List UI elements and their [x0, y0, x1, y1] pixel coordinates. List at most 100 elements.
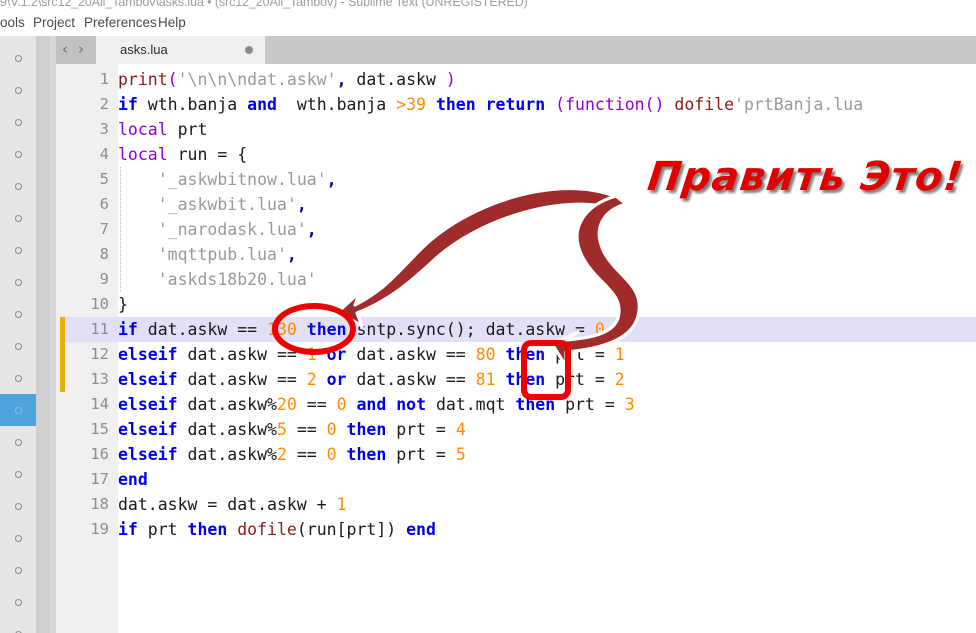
activity-item-1[interactable] — [0, 42, 36, 74]
activity-item-14[interactable] — [0, 458, 36, 490]
chevron-right-icon[interactable]: › — [78, 40, 84, 58]
circle-icon — [15, 343, 22, 350]
code-token-punct: } — [118, 295, 128, 314]
indent-guide — [120, 167, 122, 292]
code-token-kw: if — [118, 95, 138, 114]
code-line[interactable]: '_narodask.lua', — [118, 217, 317, 242]
code-token-num: 130 — [267, 320, 297, 339]
code-token-punct — [545, 95, 555, 114]
activity-item-11[interactable] — [0, 362, 36, 394]
code-editor[interactable]: 1 2 3 4 5 6 7 8 9 10 11 12 13 14 15 16 17 18 19 print('\n\… — [56, 64, 976, 633]
code-token-num: 0 — [594, 320, 605, 339]
activity-item-12[interactable] — [0, 394, 36, 426]
code-token-num: 5 — [455, 445, 466, 464]
activity-item-7[interactable] — [0, 234, 36, 266]
activity-bar[interactable] — [0, 36, 36, 633]
code-line[interactable]: print('\n\n\ndat.askw', dat.askw ) — [118, 67, 456, 92]
code-token-comma: , — [336, 70, 347, 89]
unsaved-changes-icon[interactable] — [245, 46, 253, 54]
line-number: 8 — [99, 245, 109, 263]
code-token-punct — [337, 445, 347, 464]
code-token-kw: elseif — [118, 395, 178, 414]
code-token-kw: elseif — [118, 445, 178, 464]
code-token-kw: then — [505, 370, 546, 389]
activity-item-16[interactable] — [0, 522, 36, 554]
code-line[interactable]: end — [118, 467, 148, 492]
activity-item-15[interactable] — [0, 490, 36, 522]
code-token-kw: elseif — [118, 370, 178, 389]
code-line[interactable]: elseif dat.askw == 2 or dat.askw == 81 t… — [118, 367, 625, 392]
code-token-punct: dat.askw == — [346, 370, 476, 389]
code-area[interactable]: print('\n\n\ndat.askw', dat.askw ) if wth… — [118, 64, 976, 633]
code-token-fn: print — [118, 70, 168, 89]
line-number: 1 — [99, 70, 109, 88]
code-token-num: 4 — [455, 420, 466, 439]
activity-item-5[interactable] — [0, 170, 36, 202]
code-line[interactable]: elseif dat.askw%2 == 0 then prt = 5 — [118, 442, 466, 467]
code-token-kw: then — [346, 420, 387, 439]
code-token-bi: local — [118, 120, 168, 139]
line-number: 5 — [99, 170, 109, 188]
code-token-kw: and — [356, 395, 387, 414]
chevron-left-icon[interactable]: ‹ — [62, 40, 68, 58]
activity-item-19[interactable] — [0, 618, 36, 633]
code-token-punct: prt = — [545, 370, 615, 389]
code-token-punct — [476, 95, 486, 114]
menu-item-preferences[interactable]: Preferences — [84, 15, 157, 30]
activity-item-6[interactable] — [0, 202, 36, 234]
circle-icon — [15, 279, 22, 286]
activity-item-4[interactable] — [0, 138, 36, 170]
code-line[interactable]: if prt then dofile(run[prt]) end — [118, 517, 436, 542]
tab-nav-buttons[interactable]: ‹ › — [56, 36, 96, 64]
line-number: 16 — [90, 445, 109, 463]
activity-item-17[interactable] — [0, 554, 36, 586]
code-line[interactable]: dat.askw = dat.askw + 1 — [118, 492, 346, 517]
code-token-punct: dat.askw% — [177, 445, 277, 464]
code-token-punct: sntp.sync(); dat.askw = — [346, 320, 595, 339]
code-token-str: '_narodask.lua' — [157, 220, 307, 239]
code-line[interactable]: if dat.askw == 130 then sntp.sync(); dat… — [118, 317, 605, 342]
code-line[interactable]: elseif dat.askw%20 == 0 and not dat.mqt … — [118, 392, 635, 417]
code-line[interactable]: '_askwbit.lua', — [118, 192, 307, 217]
circle-icon — [15, 535, 22, 542]
activity-item-18[interactable] — [0, 586, 36, 618]
code-token-punct: dat.askw == — [137, 320, 268, 339]
circle-icon — [15, 151, 22, 158]
activity-item-3[interactable] — [0, 106, 36, 138]
line-number: 4 — [99, 145, 109, 163]
code-token-comma: , — [296, 195, 307, 214]
code-line[interactable]: 'mqttpub.lua', — [118, 242, 297, 267]
line-number: 13 — [90, 370, 109, 388]
activity-item-8[interactable] — [0, 266, 36, 298]
code-token-punct — [118, 170, 158, 189]
line-number: 6 — [99, 195, 109, 213]
activity-item-2[interactable] — [0, 74, 36, 106]
code-token-punct: wth.banja — [137, 95, 248, 114]
code-line[interactable]: 'askds18b20.lua' — [118, 267, 317, 292]
code-line[interactable]: } — [118, 292, 128, 317]
menu-item-ools[interactable]: ools — [0, 15, 25, 30]
code-token-kw: or — [326, 370, 347, 389]
activity-item-10[interactable] — [0, 330, 36, 362]
activity-item-9[interactable] — [0, 298, 36, 330]
menu-item-help[interactable]: Help — [158, 15, 186, 30]
activity-item-13[interactable] — [0, 426, 36, 458]
code-token-str: 'mqttpub.lua' — [157, 245, 287, 264]
code-line[interactable]: if wth.banja and wth.banja >39 then retu… — [118, 92, 863, 117]
code-line[interactable]: '_askwbitnow.lua', — [118, 167, 337, 192]
code-line[interactable]: elseif dat.askw%5 == 0 then prt = 4 — [118, 417, 466, 442]
code-line[interactable]: elseif dat.askw == 1 or dat.askw == 80 t… — [118, 342, 625, 367]
code-token-kw: then — [306, 320, 347, 339]
code-token-punct: prt — [137, 520, 188, 539]
code-token-punct: dat.askw == — [177, 370, 307, 389]
sublime-text-window: 9\V.1.2\src12_20All_Tambov\asks.lua • (s… — [0, 0, 976, 633]
code-line[interactable]: local run = { — [118, 142, 247, 167]
code-token-num: 2 — [614, 370, 625, 389]
menu-item-project[interactable]: Project — [33, 15, 75, 30]
code-token-num: 20 — [276, 395, 297, 414]
circle-icon — [15, 311, 22, 318]
tab-asks-lua[interactable]: asks.lua — [96, 36, 265, 64]
code-token-punct — [386, 395, 396, 414]
code-token-num: 1 — [306, 345, 317, 364]
code-line[interactable]: local prt — [118, 117, 207, 142]
